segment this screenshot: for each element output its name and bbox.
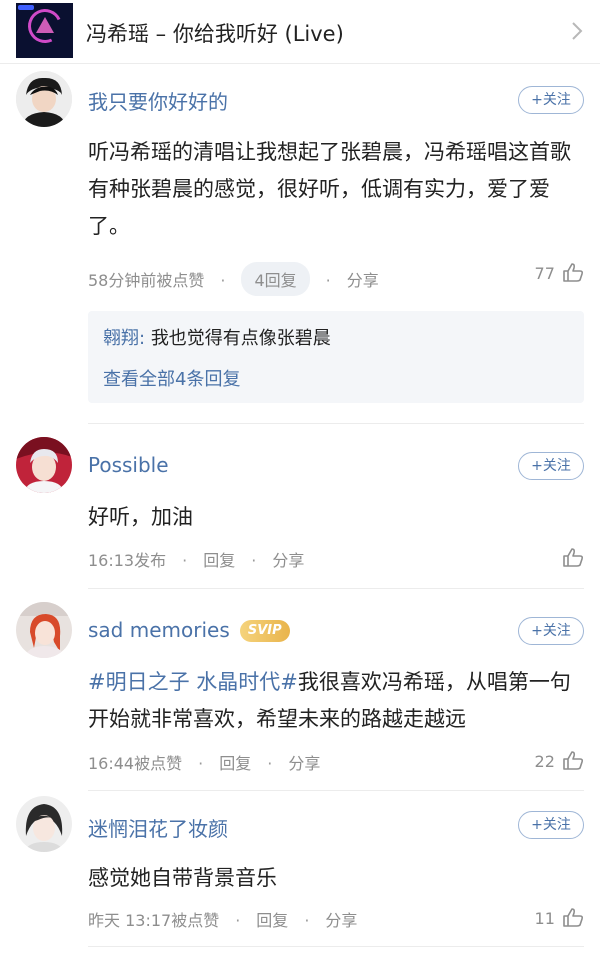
avatar[interactable] (16, 71, 72, 127)
reply-button[interactable]: 回复 (219, 750, 251, 774)
separator-dot: · (220, 271, 226, 290)
comment-text: #明日之子 水晶时代#我很喜欢冯希瑶，从唱第一句开始就非常喜欢，希望未来的路越走… (88, 664, 584, 738)
separator-dot: · (198, 754, 204, 773)
like-count: 77 (534, 264, 555, 283)
username[interactable]: 迷惘泪花了妆颜 (88, 813, 228, 842)
comment-text: 好听，加油 (88, 505, 193, 529)
share-button[interactable]: 分享 (347, 267, 379, 291)
avatar[interactable] (16, 437, 72, 493)
like-count: 22 (534, 752, 555, 771)
reply-button[interactable]: 回复 (203, 547, 235, 571)
username[interactable]: 我只要你好好的 (88, 86, 228, 115)
share-button[interactable]: 分享 (325, 907, 357, 931)
sub-reply-line: 翱翔: 我也觉得有点像张碧晨 (103, 324, 331, 350)
like-button[interactable]: 77 (535, 262, 584, 283)
comment-meta: 16:13发布 · 回复 · 分享 (88, 547, 304, 571)
reply-button[interactable]: 回复 (256, 907, 288, 931)
username[interactable]: Possible (88, 453, 169, 477)
comment-text: 听冯希瑶的清唱让我想起了张碧晨，冯希瑶唱这首歌有种张碧晨的感觉，很好听，低调有实… (88, 140, 571, 238)
comment-meta: 昨天 13:17被点赞 · 回复 · 分享 (88, 907, 357, 931)
share-button[interactable]: 分享 (288, 750, 320, 774)
separator-dot: · (325, 271, 331, 290)
thumb-up-icon (563, 263, 584, 282)
share-button[interactable]: 分享 (272, 547, 304, 571)
divider (88, 946, 584, 947)
comment-time: 16:44被点赞 (88, 754, 183, 773)
like-button[interactable]: 11 (535, 907, 584, 928)
sub-reply-text: 我也觉得有点像张碧晨 (150, 328, 331, 349)
song-title: 冯希瑶 – 你给我听好 (Live) (86, 22, 344, 46)
album-cover (16, 3, 73, 58)
comment-time: 昨天 13:17被点赞 (88, 911, 220, 930)
comment-time: 58分钟前被点赞 (88, 271, 205, 290)
username[interactable]: sad memories (88, 618, 230, 642)
follow-button[interactable]: +关注 (518, 617, 584, 645)
avatar[interactable] (16, 602, 72, 658)
album-badge (18, 5, 34, 10)
username-row: sad memories SVIP (88, 618, 290, 642)
song-header[interactable]: 冯希瑶 – 你给我听好 (Live) (0, 0, 600, 64)
separator-dot: · (251, 551, 257, 570)
like-count: 11 (534, 909, 555, 928)
divider (88, 588, 584, 589)
svip-badge: SVIP (239, 620, 290, 642)
thumb-up-icon (563, 751, 584, 770)
chevron-right-icon[interactable] (570, 20, 584, 42)
avatar[interactable] (16, 796, 72, 852)
sub-reply-user[interactable]: 翱翔: (103, 328, 145, 349)
separator-dot: · (304, 911, 310, 930)
divider (88, 423, 584, 424)
follow-button[interactable]: +关注 (518, 86, 584, 114)
follow-button[interactable]: +关注 (518, 452, 584, 480)
reply-button[interactable]: 4回复 (241, 262, 310, 296)
divider (88, 790, 584, 791)
separator-dot: · (267, 754, 273, 773)
comment-time: 16:13发布 (88, 551, 167, 570)
view-all-replies-link[interactable]: 查看全部4条回复 (103, 365, 240, 391)
topic-hashtag[interactable]: #明日之子 水晶时代# (88, 670, 298, 694)
follow-button[interactable]: +关注 (518, 811, 584, 839)
separator-dot: · (235, 911, 241, 930)
thumb-up-icon (563, 908, 584, 927)
comment-text: 感觉她自带背景音乐 (88, 866, 277, 890)
like-button[interactable]: 22 (535, 750, 584, 771)
comment-meta: 58分钟前被点赞 · 4回复 · 分享 (88, 262, 379, 296)
like-button[interactable] (560, 547, 584, 568)
comment-meta: 16:44被点赞 · 回复 · 分享 (88, 750, 320, 774)
separator-dot: · (182, 551, 188, 570)
sub-reply-box[interactable]: 翱翔: 我也觉得有点像张碧晨 查看全部4条回复 (88, 311, 584, 403)
album-art-triangle (36, 17, 54, 33)
thumb-up-icon (563, 548, 584, 567)
